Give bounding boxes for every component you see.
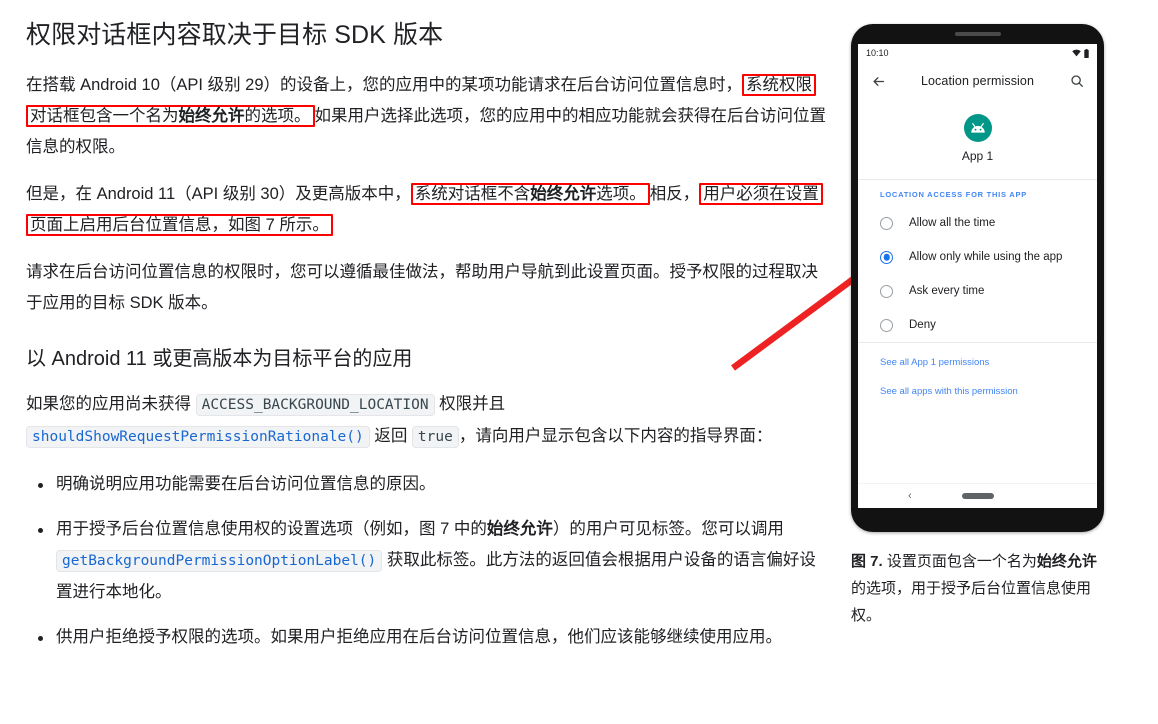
- para2-mid-text: 相反，: [649, 185, 700, 203]
- highlight-box-no-always-allow: 系统对话框不含始终允许选项。: [410, 183, 650, 205]
- option-allow-all-the-time[interactable]: Allow all the time: [858, 206, 1097, 240]
- android-app-icon: [963, 114, 992, 142]
- phone-mockup: 10:10 Location permission App 1 LOCATION…: [851, 24, 1104, 532]
- link-see-all-apps-with-permission[interactable]: See all apps with this permission: [880, 386, 1097, 397]
- bullet-1-text: 明确说明应用功能需要在后台访问位置信息的原因。: [56, 475, 436, 493]
- section-label-location-access: LOCATION ACCESS FOR THIS APP: [858, 179, 1097, 206]
- bullet-2-pre: 用于授予后台位置信息使用权的设置选项（例如，图 7 中的: [56, 520, 487, 538]
- paragraph-rationale: 如果您的应用尚未获得 ACCESS_BACKGROUND_LOCATION 权限…: [26, 389, 826, 453]
- figure-caption: 图 7. 设置页面包含一个名为始终允许的选项，用于授予后台位置信息使用权。: [851, 548, 1106, 629]
- phone-screen: 10:10 Location permission App 1 LOCATION…: [858, 44, 1097, 508]
- para4-mid2-text: 返回: [369, 427, 412, 445]
- search-icon[interactable]: [1067, 71, 1087, 91]
- app-bar-title: Location permission: [920, 74, 1035, 88]
- permission-options-list: Allow all the time Allow only while usin…: [858, 206, 1097, 342]
- radio-button-icon[interactable]: [880, 284, 893, 298]
- para1-highlight-bold: 始终允许: [178, 107, 245, 125]
- para1-highlight-post: 的选项。: [244, 107, 311, 125]
- para2-pre-text: 但是，在 Android 11（API 级别 30）及更高版本中，: [26, 185, 411, 203]
- status-bar: 10:10: [858, 44, 1097, 62]
- para2-highlight1-post: 选项。: [596, 185, 646, 203]
- nav-back-icon[interactable]: ‹: [908, 490, 912, 502]
- status-time: 10:10: [866, 48, 889, 58]
- code-get-background-permission-option-label: getBackgroundPermissionOptionLabel(): [56, 550, 383, 572]
- figure-caption-pre: 设置页面包含一个名为: [882, 553, 1037, 570]
- radio-button-icon[interactable]: [880, 216, 893, 230]
- battery-icon: [1084, 48, 1089, 58]
- option-label: Allow all the time: [909, 217, 996, 229]
- figure-caption-post: 的选项，用于授予后台位置信息使用权。: [851, 580, 1092, 624]
- app-bar: Location permission: [858, 62, 1097, 100]
- android-head-glyph: [970, 122, 985, 133]
- code-should-show-request-permission-rationale: shouldShowRequestPermissionRationale(): [26, 426, 370, 448]
- paragraph-best-practice: 请求在后台访问位置信息的权限时，您可以遵循最佳做法，帮助用户导航到此设置页面。授…: [26, 263, 818, 312]
- para4-pre-text: 如果您的应用尚未获得: [26, 395, 196, 413]
- app-identity-block: App 1: [858, 100, 1097, 179]
- figure-caption-label: 图 7.: [851, 553, 883, 570]
- back-arrow-icon[interactable]: [868, 71, 888, 91]
- paragraph-android10: 在搭载 Android 10（API 级别 29）的设备上，您的应用中的某项功能…: [26, 70, 826, 163]
- list-item: 供用户拒绝授予权限的选项。如果用户拒绝应用在后台访问位置信息，他们应该能够继续使…: [38, 622, 826, 653]
- option-ask-every-time[interactable]: Ask every time: [858, 274, 1097, 308]
- para2-highlight1-pre: 系统对话框不含: [414, 185, 531, 203]
- section-heading-target-android11: 以 Android 11 或更高版本为目标平台的应用: [26, 348, 413, 370]
- earpiece-speaker: [954, 32, 1001, 36]
- system-navigation-bar: ‹: [858, 483, 1097, 508]
- page-root: 权限对话框内容取决于目标 SDK 版本 在搭载 Android 10（API 级…: [0, 0, 1158, 724]
- page-title: 权限对话框内容取决于目标 SDK 版本: [26, 21, 444, 49]
- bullet-2-mid: ）的用户可见标签。您可以调用: [552, 520, 784, 538]
- bullet-2-bold: 始终允许: [486, 520, 553, 538]
- code-true: true: [411, 426, 459, 448]
- app-name-label: App 1: [961, 149, 994, 163]
- option-label: Ask every time: [909, 285, 985, 297]
- guidance-bullet-list: 明确说明应用功能需要在后台访问位置信息的原因。 用于授予后台位置信息使用权的设置…: [26, 469, 826, 653]
- figure-caption-bold: 始终允许: [1036, 553, 1097, 570]
- para2-highlight1-bold: 始终允许: [530, 185, 597, 203]
- option-deny[interactable]: Deny: [858, 308, 1097, 342]
- link-see-all-app-permissions[interactable]: See all App 1 permissions: [880, 357, 1097, 368]
- code-access-background-location: ACCESS_BACKGROUND_LOCATION: [195, 394, 435, 416]
- radio-button-selected-icon[interactable]: [880, 250, 893, 264]
- para4-post-text: ，请向用户显示包含以下内容的指导界面：: [458, 427, 773, 445]
- home-pill-indicator[interactable]: [961, 493, 994, 499]
- list-item: 用于授予后台位置信息使用权的设置选项（例如，图 7 中的始终允许）的用户可见标签…: [38, 514, 826, 608]
- option-allow-while-using[interactable]: Allow only while using the app: [858, 240, 1097, 274]
- option-label: Deny: [909, 319, 936, 331]
- para1-pre-text: 在搭载 Android 10（API 级别 29）的设备上，您的应用中的某项功能…: [26, 76, 743, 94]
- radio-button-icon[interactable]: [880, 318, 893, 332]
- related-links-block: See all App 1 permissions See all apps w…: [858, 342, 1097, 483]
- option-label: Allow only while using the app: [909, 251, 1063, 263]
- paragraph-android11: 但是，在 Android 11（API 级别 30）及更高版本中， 系统对话框不含…: [26, 179, 826, 241]
- article-body: 权限对话框内容取决于目标 SDK 版本 在搭载 Android 10（API 级…: [26, 18, 826, 667]
- para4-mid1-text: 权限并且: [434, 395, 506, 413]
- figure-container: 10:10 Location permission App 1 LOCATION…: [851, 24, 1138, 629]
- status-icons-group: [1072, 48, 1089, 58]
- list-item: 明确说明应用功能需要在后台访问位置信息的原因。: [38, 469, 826, 500]
- bullet-3-text: 供用户拒绝授予权限的选项。如果用户拒绝应用在后台访问位置信息，他们应该能够继续使…: [56, 628, 782, 646]
- wifi-icon: [1072, 49, 1081, 57]
